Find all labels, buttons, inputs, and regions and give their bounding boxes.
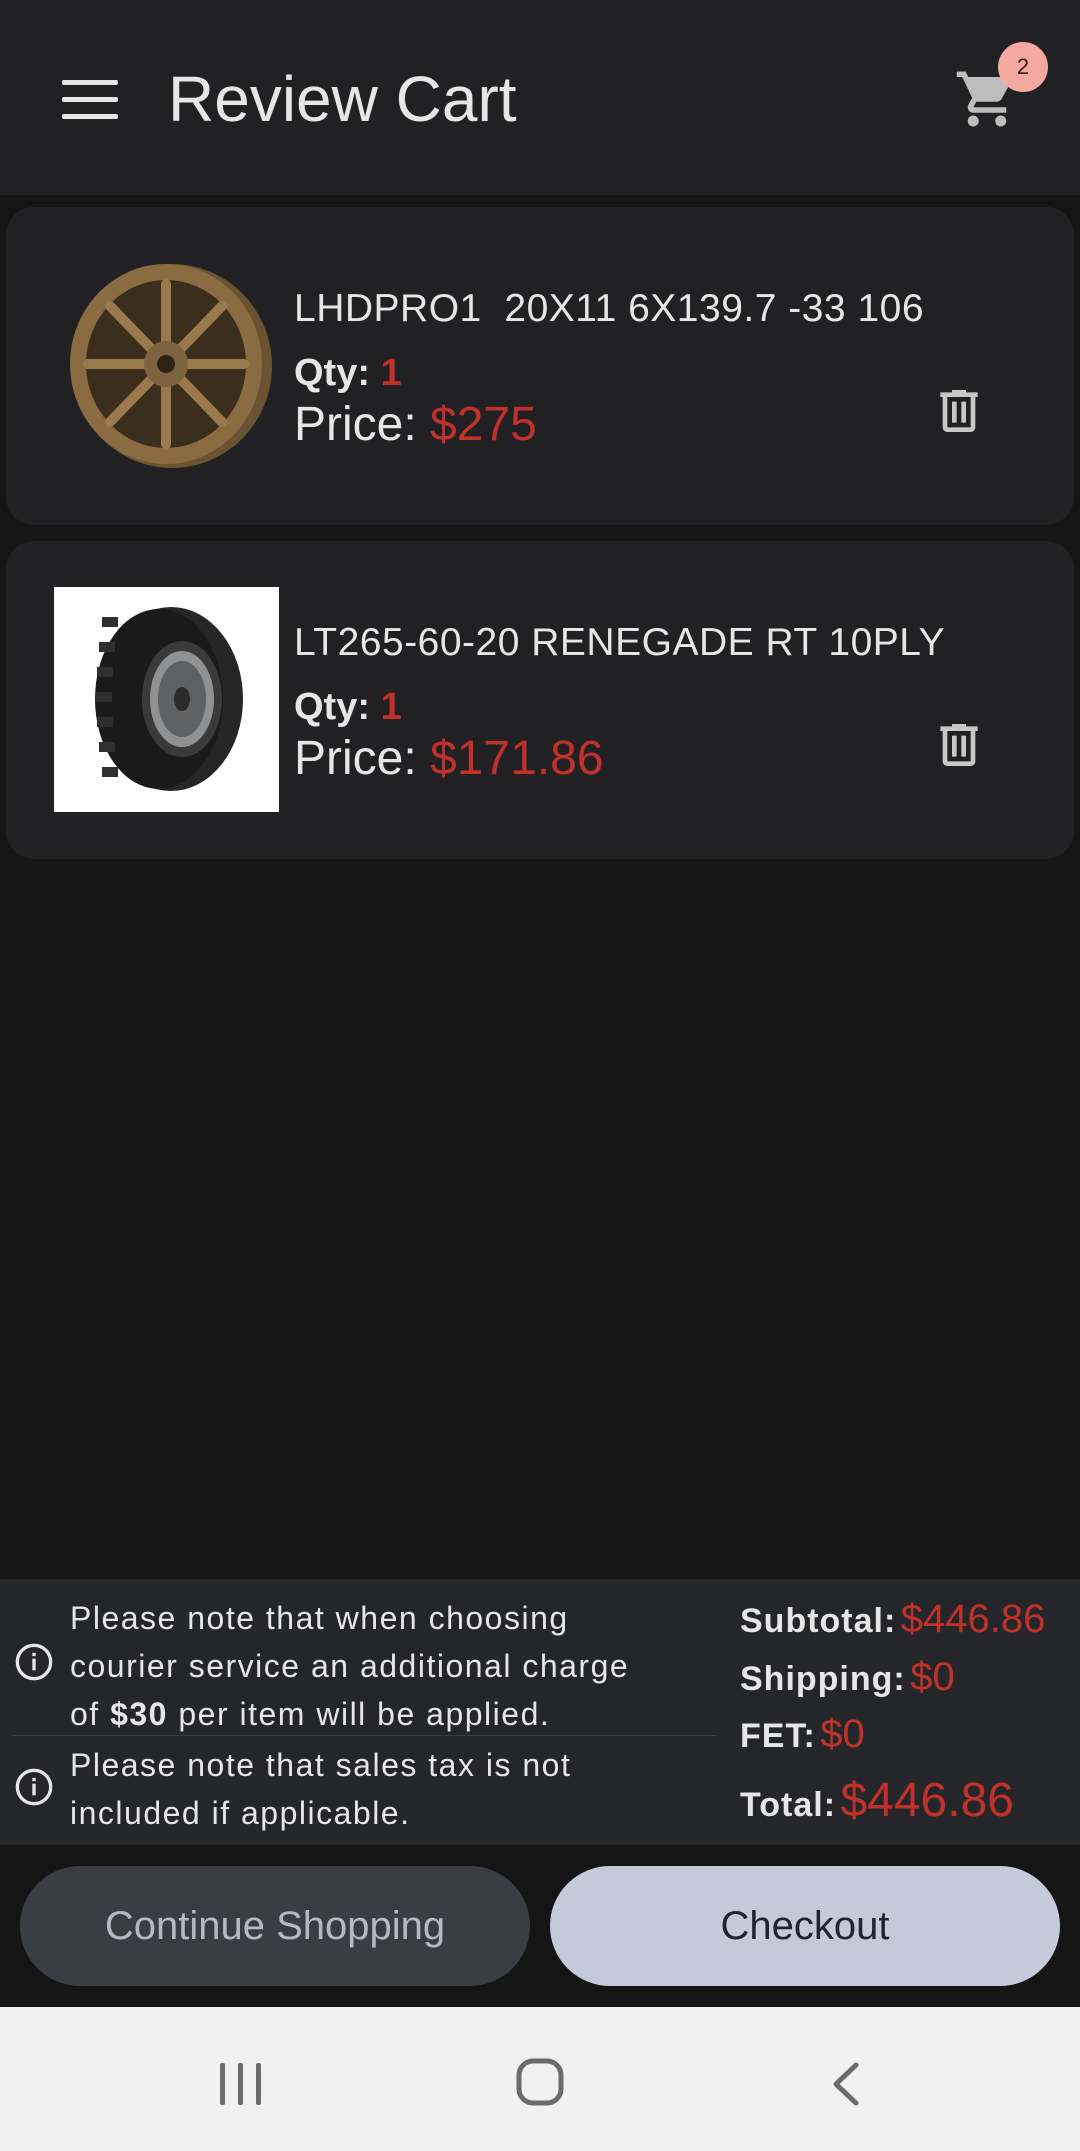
product-image-tire — [54, 587, 279, 812]
qty-value: 1 — [380, 352, 402, 394]
menu-icon[interactable] — [62, 80, 118, 120]
back-icon[interactable] — [826, 2061, 866, 2107]
info-icon — [15, 1643, 53, 1681]
qty-label: Qty: — [294, 686, 381, 728]
divider — [12, 1735, 717, 1736]
price-label: Price: — [294, 732, 431, 785]
system-nav-bar — [0, 2007, 1080, 2151]
note-line: courier service an additional charge — [70, 1648, 630, 1684]
price-value: $275 — [430, 398, 537, 451]
shipping-row: Shipping: $0 — [740, 1655, 955, 1700]
cart-count-badge: 2 — [998, 42, 1048, 92]
total-row: Total: $446.86 — [740, 1773, 1014, 1828]
fet-value: $0 — [820, 1712, 865, 1756]
delete-icon[interactable] — [930, 717, 988, 773]
courier-note: Please note that when choosing courier s… — [12, 1594, 717, 1734]
note-text-part: of — [70, 1696, 111, 1732]
subtotal-row: Subtotal: $446.86 — [740, 1597, 1045, 1642]
courier-note-text: Please note that when choosing courier s… — [70, 1594, 629, 1738]
home-icon[interactable] — [515, 2057, 565, 2107]
shipping-label: Shipping: — [740, 1660, 906, 1698]
fet-row: FET: $0 — [740, 1712, 865, 1757]
total-label: Total: — [740, 1786, 837, 1824]
item-name: LT265-60-20 RENEGADE RT 10PLY — [294, 621, 946, 664]
item-price: Price: $171.86 — [294, 731, 604, 786]
price-label: Price: — [294, 398, 431, 451]
total-value: $446.86 — [840, 1774, 1014, 1827]
item-qty: Qty: 1 — [294, 686, 402, 729]
info-icon — [15, 1768, 53, 1806]
note-amount: $30 — [110, 1696, 168, 1732]
subtotal-value: $446.86 — [900, 1597, 1046, 1641]
page-title: Review Cart — [168, 63, 517, 135]
fet-label: FET: — [740, 1717, 816, 1755]
app-bar: Review Cart 2 — [0, 0, 1080, 195]
recents-icon[interactable] — [218, 2061, 264, 2107]
note-line: Please note that sales tax is not — [70, 1747, 572, 1783]
item-qty: Qty: 1 — [294, 352, 402, 395]
order-summary: Please note that when choosing courier s… — [0, 1579, 1080, 1845]
note-line: included if applicable. — [70, 1795, 411, 1831]
tax-note: Please note that sales tax is not includ… — [12, 1741, 717, 1837]
qty-label: Qty: — [294, 352, 381, 394]
qty-value: 1 — [380, 686, 402, 728]
item-price: Price: $275 — [294, 397, 537, 452]
continue-shopping-button[interactable]: Continue Shopping — [20, 1866, 530, 1986]
subtotal-label: Subtotal: — [740, 1602, 897, 1640]
note-line: Please note that when choosing — [70, 1600, 569, 1636]
product-image-wheel — [70, 264, 272, 468]
item-name: LHDPRO1 20X11 6X139.7 -33 106 — [294, 287, 925, 330]
note-line: of $30 per item will be applied. — [70, 1690, 629, 1738]
delete-icon[interactable] — [930, 383, 988, 439]
shipping-value: $0 — [910, 1655, 955, 1699]
cart-item: LHDPRO1 20X11 6X139.7 -33 106 Qty: 1 Pri… — [6, 207, 1074, 525]
cart-item: LT265-60-20 RENEGADE RT 10PLY Qty: 1 Pri… — [6, 541, 1074, 859]
price-value: $171.86 — [430, 732, 604, 785]
checkout-button[interactable]: Checkout — [550, 1866, 1060, 1986]
tax-note-text: Please note that sales tax is not includ… — [70, 1741, 571, 1837]
note-text-part: per item will be applied. — [167, 1696, 551, 1732]
